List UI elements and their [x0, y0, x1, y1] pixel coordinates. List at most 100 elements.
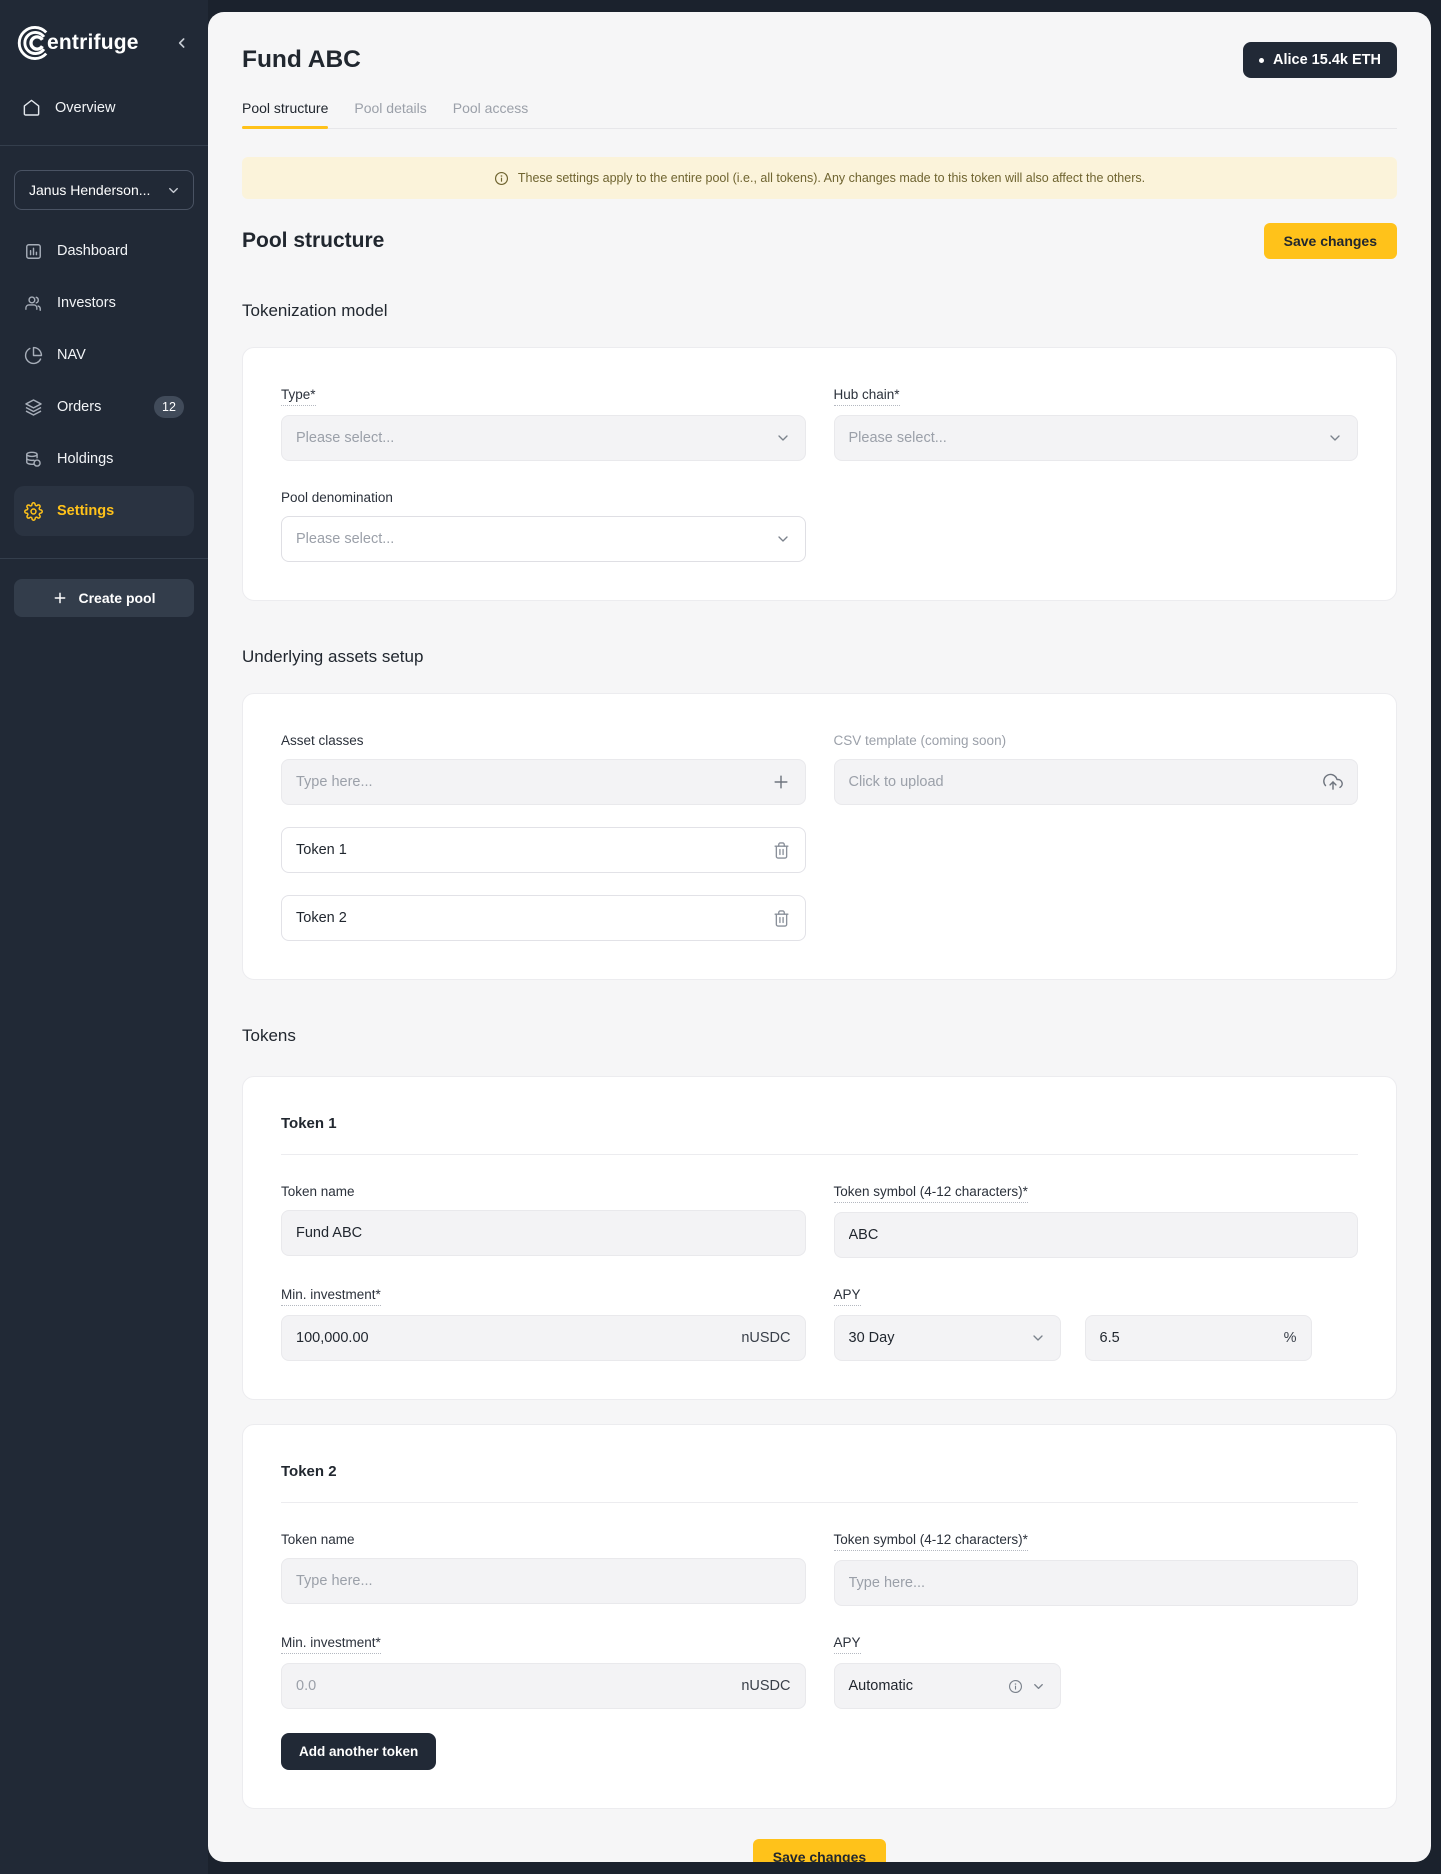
token1-min-investment-field: nUSDC [281, 1315, 806, 1361]
assets-card: Asset classes Token 1 Token 2 [242, 693, 1397, 980]
token1-min-investment-input[interactable] [296, 1330, 731, 1346]
assets-section-title: Underlying assets setup [242, 647, 1397, 667]
wallet-badge[interactable]: Alice 15.4k ETH [1243, 42, 1397, 78]
sidebar-item-label: Dashboard [57, 243, 128, 259]
token2-min-investment-label: Min. investment* [281, 1635, 381, 1654]
token1-symbol-input[interactable] [849, 1227, 1344, 1243]
delete-asset-trash-icon[interactable] [772, 841, 791, 860]
active-tab-underline [242, 126, 328, 129]
plus-icon [52, 590, 68, 606]
sidebar-item-dashboard[interactable]: Dashboard [14, 226, 194, 276]
pool-denomination-select-value: Please select... [296, 531, 394, 547]
token1-card: Token 1 Token name Token symbol (4-12 ch… [242, 1076, 1397, 1400]
token2-symbol-input[interactable] [849, 1575, 1344, 1591]
token2-min-investment-field: nUSDC [281, 1663, 806, 1709]
sidebar-item-overview[interactable]: Overview [0, 98, 208, 117]
token2-apy-mode-select[interactable]: Automatic [834, 1663, 1061, 1709]
token2-title: Token 2 [281, 1463, 1358, 1480]
token1-name-input[interactable] [296, 1225, 791, 1241]
asset-class-name: Token 1 [296, 842, 347, 858]
create-pool-button[interactable]: Create pool [14, 579, 194, 617]
sidebar-item-nav[interactable]: NAV [14, 330, 194, 380]
sidebar-item-label: NAV [57, 347, 86, 363]
tab-pool-structure[interactable]: Pool structure [242, 100, 328, 128]
save-changes-button-bottom[interactable]: Save changes [753, 1839, 886, 1862]
chevron-down-icon [775, 531, 791, 547]
hub-chain-select[interactable]: Please select... [834, 415, 1359, 461]
home-icon [22, 98, 41, 117]
sidebar-item-orders[interactable]: Orders 12 [14, 382, 194, 432]
sidebar-item-label: Overview [55, 100, 115, 116]
hub-chain-label: Hub chain* [834, 387, 900, 406]
token2-apy-label: APY [834, 1635, 861, 1654]
sidebar-collapse-icon[interactable] [174, 35, 190, 51]
pool-denomination-select[interactable]: Please select... [281, 516, 806, 562]
tab-pool-details[interactable]: Pool details [354, 100, 426, 128]
centrifuge-logo[interactable]: entrifuge [14, 24, 139, 62]
type-select[interactable]: Please select... [281, 415, 806, 461]
tokens-section-title: Tokens [242, 1026, 1397, 1046]
orders-count-badge: 12 [154, 396, 184, 418]
sidebar-item-label: Investors [57, 295, 116, 311]
sidebar-item-investors[interactable]: Investors [14, 278, 194, 328]
chevron-down-icon [1030, 1330, 1046, 1346]
token1-name-field [281, 1210, 806, 1256]
info-banner-text: These settings apply to the entire pool … [518, 171, 1145, 185]
sidebar-nav: Dashboard Investors NAV Orders 12 Hold [0, 226, 208, 536]
token1-symbol-label: Token symbol (4-12 characters)* [834, 1184, 1028, 1203]
page-title: Fund ABC [242, 46, 361, 74]
chevron-down-icon [1327, 430, 1343, 446]
add-asset-class-plus-icon[interactable] [771, 772, 791, 792]
token2-name-field [281, 1558, 806, 1604]
sidebar-item-holdings[interactable]: Holdings [14, 434, 194, 484]
token1-apy-value-input[interactable] [1100, 1330, 1274, 1346]
sidebar-divider [0, 145, 208, 146]
main-panel: Fund ABC Alice 15.4k ETH Pool structure … [208, 12, 1431, 1862]
token1-apy-label: APY [834, 1287, 861, 1306]
percent-suffix: % [1284, 1330, 1297, 1346]
currency-suffix: nUSDC [741, 1330, 790, 1346]
wallet-badge-label: Alice 15.4k ETH [1273, 52, 1381, 68]
tab-pool-access[interactable]: Pool access [453, 100, 528, 128]
pie-chart-icon [24, 346, 43, 365]
create-pool-label: Create pool [78, 590, 155, 606]
csv-upload-placeholder: Click to upload [849, 774, 1314, 790]
csv-upload-field[interactable]: Click to upload [834, 759, 1359, 805]
apy-mode-value: Automatic [849, 1678, 913, 1694]
sidebar-item-label: Settings [57, 503, 114, 519]
currency-suffix: nUSDC [741, 1678, 790, 1694]
asset-classes-label: Asset classes [281, 733, 364, 748]
token2-name-input[interactable] [296, 1573, 791, 1589]
save-changes-button-top[interactable]: Save changes [1264, 223, 1397, 259]
sidebar-divider [0, 558, 208, 559]
divider [281, 1502, 1358, 1503]
tab-label: Pool access [453, 100, 528, 116]
token1-title: Token 1 [281, 1115, 1358, 1132]
token1-apy-value-field: % [1085, 1315, 1312, 1361]
hub-chain-select-value: Please select... [849, 430, 947, 446]
sidebar-item-settings[interactable]: Settings [14, 486, 194, 536]
sidebar: entrifuge Overview Janus Henderson... Da… [0, 0, 208, 1874]
token1-apy-period-select[interactable]: 30 Day [834, 1315, 1061, 1361]
gear-icon [24, 502, 43, 521]
type-select-value: Please select... [296, 430, 394, 446]
sidebar-item-label: Orders [57, 399, 101, 415]
info-icon [1008, 1679, 1023, 1694]
asset-class-input[interactable] [296, 774, 761, 790]
token1-min-investment-label: Min. investment* [281, 1287, 381, 1306]
add-another-token-button[interactable]: Add another token [281, 1733, 436, 1770]
asset-class-input-wrap [281, 759, 806, 805]
tab-label: Pool structure [242, 100, 328, 116]
org-selector[interactable]: Janus Henderson... [14, 170, 194, 210]
token2-min-investment-input[interactable] [296, 1678, 731, 1694]
delete-asset-trash-icon[interactable] [772, 909, 791, 928]
chevron-down-icon [1031, 1679, 1046, 1694]
token2-name-label: Token name [281, 1532, 355, 1547]
chevron-down-icon [775, 430, 791, 446]
investors-icon [24, 294, 43, 313]
tokenization-card: Type* Please select... Hub chain* Please… [242, 347, 1397, 601]
asset-class-row-token1: Token 1 [281, 827, 806, 873]
csv-template-label: CSV template (coming soon) [834, 733, 1007, 748]
token2-symbol-field [834, 1560, 1359, 1606]
layers-icon [24, 398, 43, 417]
